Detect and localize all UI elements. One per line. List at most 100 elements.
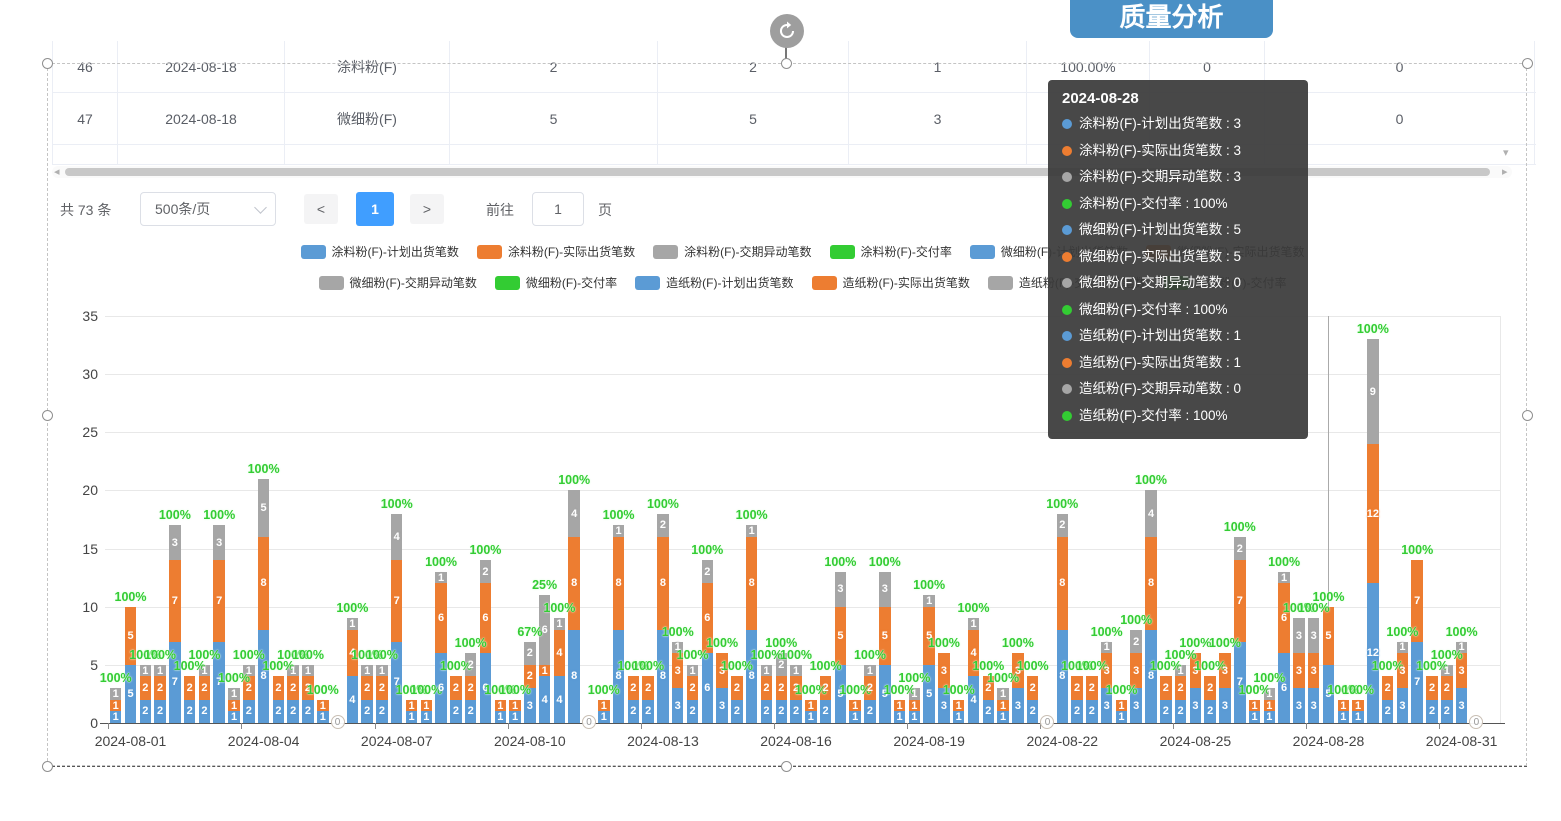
x-axis-tick-label: 2024-08-13 [618,733,708,749]
y-axis-tick-label: 20 [58,482,98,498]
bar-segment-value-label: 1 [498,711,532,723]
x-axis-tick-label: 2024-08-22 [1017,733,1107,749]
delivery-rate-label: 100% [675,544,739,557]
zero-value-marker: 0 [1040,715,1054,729]
bar-segment-value-label: 5 [823,630,857,642]
bar-segment-value-label: 5 [114,630,148,642]
tooltip-item-text: 造纸粉(F)-实际出货笔数 : 1 [1079,350,1241,377]
x-axis-tick-label: 2024-08-28 [1283,733,1373,749]
x-axis-tick [241,723,242,729]
x-axis-tick-label: 2024-08-01 [86,733,176,749]
delivery-rate-label: 100% [453,544,517,557]
handle-bottom-center[interactable] [781,761,792,772]
tooltip-item-text: 涂料粉(F)-计划出货笔数 : 3 [1079,111,1241,138]
bar-segment-value-label: 5 [1311,630,1345,642]
bar-segment-value-label: 2 [1119,636,1153,648]
tooltip-item: 微细粉(F)-实际出货笔数 : 5 [1062,244,1294,271]
tooltip-rows: 涂料粉(F)-计划出货笔数 : 3涂料粉(F)-实际出货笔数 : 3 涂料粉(F)… [1062,111,1294,429]
tooltip-item-text: 涂料粉(F)-实际出货笔数 : 3 [1079,138,1241,165]
tooltip-series-dot-icon [1062,358,1072,368]
tooltip-item: 涂料粉(F)-实际出货笔数 : 3 [1062,138,1294,165]
tooltip-title: 2024-08-28 [1062,90,1294,107]
plot-right-border [1500,316,1501,723]
bar-segment-value-label: 3 [1445,700,1479,712]
bar-segment-value-label: 1 [1267,572,1301,584]
handle-mid-left[interactable] [42,410,53,421]
x-axis-tick-label: 2024-08-31 [1417,733,1507,749]
tooltip-item-text: 微细粉(F)-交付率 : 100% [1079,297,1228,324]
delivery-rate-label: 100% [1089,684,1153,697]
bar-segment-value-label: 8 [247,577,281,589]
bar-segment-value-label: 2 [1223,543,1257,555]
bar-segment-value-label: 1 [1252,711,1286,723]
bar-segment-value-label: 2 [646,519,680,531]
bar-segment-value-label: 7 [380,595,414,607]
bar-segment-value-label: 6 [1267,682,1301,694]
tooltip-series-dot-icon [1062,305,1072,315]
tooltip-series-dot-icon [1062,384,1072,394]
rotate-icon[interactable] [770,14,804,48]
bar-segment-value-label: 1 [735,525,769,537]
bar-segment-value-label: 4 [542,647,576,659]
handle-bottom-left[interactable] [42,761,53,772]
x-axis-tick-label: 2024-08-10 [485,733,575,749]
handle-top-center[interactable] [781,58,792,69]
bar-segment-value-label: 1 [335,618,369,630]
delivery-rate-label: 100% [409,556,473,569]
bar-segment-value-label: 1 [542,618,576,630]
bar-segment-value-label: 1 [957,618,991,630]
delivery-rate-label: 100% [720,509,784,522]
delivery-rate-label: 100% [1282,602,1346,615]
delivery-rate-label: 100% [794,660,858,673]
bar-segment-value-label: 1 [602,525,636,537]
bar-segment-value-label: 2 [1045,519,1079,531]
delivery-rate-label: 100% [1385,544,1449,557]
delivery-rate-label: 100% [853,556,917,569]
x-axis-tick-label: 2024-08-04 [219,733,309,749]
delivery-rate-label: 100% [276,649,340,662]
tooltip-item: 微细粉(F)-计划出货笔数 : 5 [1062,217,1294,244]
handle-mid-right[interactable] [1522,410,1533,421]
bar-segment-value-label: 5 [868,630,902,642]
delivery-rate-label: 100% [942,602,1006,615]
bar-segment-value-label: 4 [1134,508,1168,520]
tooltip-item: 造纸粉(F)-交期异动笔数 : 0 [1062,376,1294,403]
bar-segment-value-label: 8 [1134,577,1168,589]
delivery-rate-label: 100% [1104,614,1168,627]
x-axis-tick [641,723,642,729]
delivery-rate-label: 100% [1430,626,1494,639]
tooltip-series-dot-icon [1062,278,1072,288]
gridline [105,549,1500,550]
bar-segment-value-label: 3 [202,537,236,549]
delivery-rate-label: 100% [1193,637,1257,650]
handle-top-right[interactable] [1522,58,1533,69]
delivery-rate-label: 100% [365,498,429,511]
bar-segment-value-label: 7 [158,595,192,607]
gridline [105,490,1500,491]
bar-segment-value-label: 4 [380,531,414,543]
x-axis-tick-label: 2024-08-25 [1150,733,1240,749]
bar-segment-value-label: 3 [158,537,192,549]
tooltip-series-dot-icon [1062,225,1072,235]
tooltip-item-text: 造纸粉(F)-计划出货笔数 : 1 [1079,323,1241,350]
tooltip-series-dot-icon [1062,411,1072,421]
delivery-rate-label: 100% [350,649,414,662]
bar-segment-value-label: 8 [602,577,636,589]
delivery-rate-label: 100% [1341,323,1405,336]
tooltip-series-dot-icon [1062,331,1072,341]
rotate-arrow-glyph [776,20,798,42]
tooltip-item-text: 微细粉(F)-实际出货笔数 : 5 [1079,244,1241,271]
delivery-rate-label: 100% [1370,626,1434,639]
x-axis-tick [907,723,908,729]
bar-segment-value-label: 2 [1016,682,1050,694]
tooltip-item-text: 涂料粉(F)-交付率 : 100% [1079,191,1228,218]
bar-segment-value-label: 8 [557,577,591,589]
x-axis-tick [508,723,509,729]
bar-segment-value-label: 9 [1356,386,1390,398]
handle-top-left[interactable] [42,58,53,69]
bar-segment-value-label: 2 [631,682,665,694]
tooltip-item: 造纸粉(F)-计划出货笔数 : 1 [1062,323,1294,350]
delivery-rate-label: 100% [99,591,163,604]
delivery-rate-label: 100% [897,579,961,592]
bar-segment-value-label: 3 [823,583,857,595]
